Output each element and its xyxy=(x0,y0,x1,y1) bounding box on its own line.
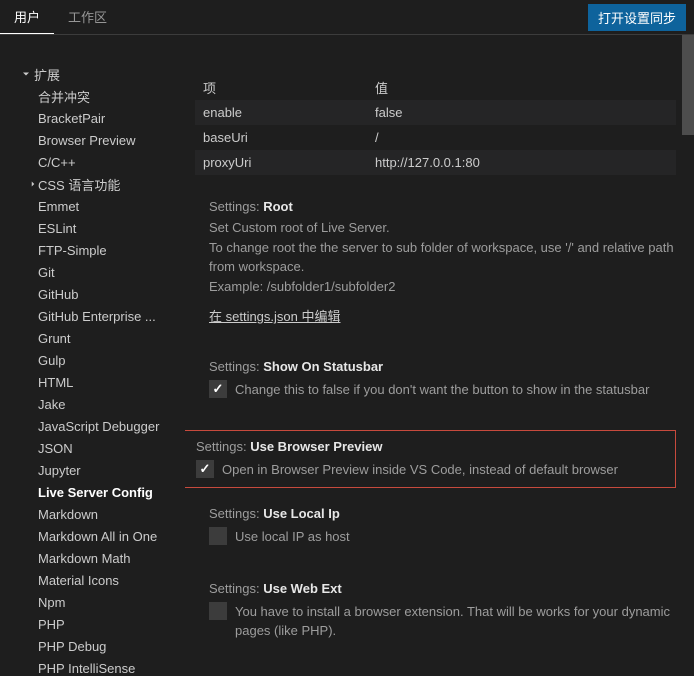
setting-root: Settings: Root Set Custom root of Live S… xyxy=(195,195,676,329)
sidebar-item-label: GitHub Enterprise ... xyxy=(38,309,156,324)
sidebar-item-label: PHP Debug xyxy=(38,639,106,654)
sidebar-item[interactable]: Markdown xyxy=(0,503,185,525)
sidebar-item-label: JavaScript Debugger xyxy=(38,419,159,434)
setting-use-browser-preview: Settings: Use Browser Preview Open in Br… xyxy=(185,435,675,484)
sidebar-item[interactable]: JSON xyxy=(0,437,185,459)
table-row[interactable]: enable false xyxy=(195,100,676,125)
sidebar-section-extensions[interactable]: 扩展 xyxy=(0,63,185,85)
sidebar-item[interactable]: BracketPair xyxy=(0,107,185,129)
sidebar-item[interactable]: Live Server Config xyxy=(0,481,185,503)
setting-show-on-statusbar: Settings: Show On Statusbar Change this … xyxy=(195,355,676,404)
open-settings-sync-button[interactable]: 打开设置同步 xyxy=(588,4,686,31)
tab-workspace[interactable]: 工作区 xyxy=(54,0,121,34)
table-header-key: 项 xyxy=(195,78,375,97)
sidebar-item[interactable]: GitHub xyxy=(0,283,185,305)
table-row[interactable]: baseUri / xyxy=(195,125,676,150)
sidebar-item-label: Material Icons xyxy=(38,573,119,588)
settings-table: 项 值 enable false baseUri / proxyUri http… xyxy=(195,75,676,175)
sidebar-item[interactable]: ESLint xyxy=(0,217,185,239)
sidebar-item-label: Npm xyxy=(38,595,65,610)
sidebar-item[interactable]: Markdown Math xyxy=(0,547,185,569)
sidebar-item[interactable]: Gulp xyxy=(0,349,185,371)
sidebar-item[interactable]: Markdown All in One xyxy=(0,525,185,547)
sidebar-item-label: FTP-Simple xyxy=(38,243,107,258)
sidebar-item[interactable]: PHP Debug xyxy=(0,635,185,657)
sidebar-item[interactable]: Git xyxy=(0,261,185,283)
highlighted-setting-box: Settings: Use Browser Preview Open in Br… xyxy=(185,430,676,489)
sidebar-item-label: GitHub xyxy=(38,287,78,302)
sidebar-item-label: Jake xyxy=(38,397,65,412)
table-header-val: 值 xyxy=(375,78,676,97)
sidebar-item[interactable]: C/C++ xyxy=(0,151,185,173)
sidebar-item-label: Emmet xyxy=(38,199,79,214)
sidebar-item-label: ESLint xyxy=(38,221,76,236)
sidebar-item-label: CSS 语言功能 xyxy=(38,175,120,194)
sidebar-item-label: HTML xyxy=(38,375,73,390)
sidebar-item[interactable]: Jake xyxy=(0,393,185,415)
sidebar-item[interactable]: Jupyter xyxy=(0,459,185,481)
sidebar-item[interactable]: PHP xyxy=(0,613,185,635)
sidebar-item-label: PHP xyxy=(38,617,65,632)
setting-use-local-ip: Settings: Use Local Ip Use local IP as h… xyxy=(195,502,676,551)
sidebar-item[interactable]: HTML xyxy=(0,371,185,393)
sidebar-item[interactable]: Grunt xyxy=(0,327,185,349)
sidebar-item[interactable]: 合并冲突 xyxy=(0,85,185,107)
sidebar-item[interactable]: Browser Preview xyxy=(0,129,185,151)
sidebar-section-label: 扩展 xyxy=(34,65,60,84)
sidebar-item-label: Markdown Math xyxy=(38,551,130,566)
sidebar-item-label: Grunt xyxy=(38,331,71,346)
settings-sidebar: 扩展 合并冲突 BracketPair Browser Preview C/C++ CS… xyxy=(0,35,185,676)
tab-user[interactable]: 用户 xyxy=(0,0,54,34)
show-on-statusbar-checkbox[interactable] xyxy=(209,380,227,398)
sidebar-item-label: Browser Preview xyxy=(38,133,136,148)
vertical-scrollbar[interactable] xyxy=(682,35,694,135)
table-header: 项 值 xyxy=(195,75,676,100)
sidebar-item-label: Jupyter xyxy=(38,463,81,478)
use-local-ip-checkbox[interactable] xyxy=(209,527,227,545)
chevron-right-icon xyxy=(28,177,38,192)
sidebar-item[interactable]: PHP IntelliSense xyxy=(0,657,185,676)
chevron-down-icon xyxy=(18,68,34,80)
sidebar-item[interactable]: Npm xyxy=(0,591,185,613)
sidebar-item-label: Git xyxy=(38,265,55,280)
sidebar-item[interactable]: Emmet xyxy=(0,195,185,217)
sidebar-item-label: BracketPair xyxy=(38,111,105,126)
use-browser-preview-checkbox[interactable] xyxy=(196,460,214,478)
sidebar-item[interactable]: FTP-Simple xyxy=(0,239,185,261)
edit-in-settings-json-link[interactable]: 在 settings.json 中编辑 xyxy=(209,306,341,325)
sidebar-item-label: C/C++ xyxy=(38,155,76,170)
header-bar: 用户 工作区 打开设置同步 xyxy=(0,0,694,35)
use-web-ext-checkbox[interactable] xyxy=(209,602,227,620)
setting-use-web-ext: Settings: Use Web Ext You have to instal… xyxy=(195,577,676,645)
sidebar-item-label: 合并冲突 xyxy=(38,87,90,106)
table-row[interactable]: proxyUri http://127.0.0.1:80 xyxy=(195,150,676,175)
scope-tabs: 用户 工作区 xyxy=(0,0,121,34)
sidebar-item[interactable]: Material Icons xyxy=(0,569,185,591)
sidebar-item[interactable]: CSS 语言功能 xyxy=(0,173,185,195)
sidebar-item[interactable]: JavaScript Debugger xyxy=(0,415,185,437)
sidebar-item-label: Markdown All in One xyxy=(38,529,157,544)
sidebar-item-label: PHP IntelliSense xyxy=(38,661,135,676)
sidebar-item-label: Gulp xyxy=(38,353,65,368)
sidebar-item[interactable]: GitHub Enterprise ... xyxy=(0,305,185,327)
settings-content: 项 值 enable false baseUri / proxyUri http… xyxy=(185,35,694,676)
sidebar-item-label: Live Server Config xyxy=(38,485,153,500)
sidebar-item-label: Markdown xyxy=(38,507,98,522)
sidebar-item-label: JSON xyxy=(38,441,73,456)
